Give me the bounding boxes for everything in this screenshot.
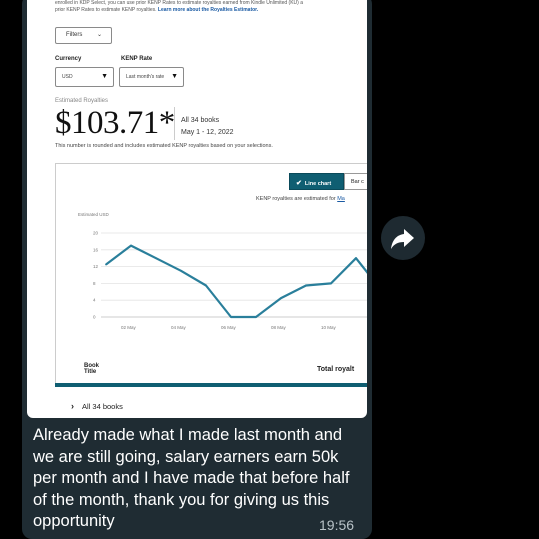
y-tick-label: 12 — [93, 264, 99, 269]
data-point — [105, 263, 107, 266]
x-tick-label: 06 May — [221, 325, 237, 330]
y-tick-label: 20 — [93, 231, 99, 236]
data-point — [280, 297, 282, 299]
royalties-series-line — [105, 244, 367, 319]
all-books-row[interactable]: › All 34 books — [71, 401, 123, 411]
chevron-right-icon: › — [71, 401, 74, 411]
book-title-header[interactable]: Book Title — [84, 363, 106, 375]
total-royalties-header[interactable]: Total royalt — [317, 366, 354, 373]
message-time: 19:56 — [319, 517, 355, 533]
data-point — [230, 316, 232, 318]
data-point — [305, 284, 307, 287]
x-tick-label: 04 May — [171, 325, 187, 330]
x-tick-label: 02 May — [121, 325, 137, 330]
message-text: Already made what I made last month and … — [33, 426, 350, 530]
y-tick-label: 4 — [93, 298, 96, 303]
data-point — [130, 244, 132, 247]
forward-button[interactable] — [381, 216, 425, 260]
x-tick-label: 10 May — [321, 325, 337, 330]
data-point — [355, 257, 357, 260]
royalties-line-chart: 20161284002 May04 May06 May08 May10 May1 — [93, 231, 367, 330]
share-forward-icon — [391, 229, 414, 249]
all-books-label: All 34 books — [82, 402, 123, 411]
y-tick-label: 0 — [93, 315, 96, 320]
data-point — [255, 316, 257, 318]
x-tick-label: 08 May — [271, 325, 287, 330]
data-point — [330, 282, 332, 285]
data-point — [205, 284, 207, 287]
data-point — [180, 269, 182, 272]
data-point — [155, 257, 157, 260]
table-header-rule — [55, 383, 367, 387]
y-tick-label: 16 — [93, 247, 99, 252]
y-tick-label: 8 — [93, 281, 96, 286]
screenshot-image: enrolled in KDP Select, you can use prio… — [27, 0, 367, 418]
